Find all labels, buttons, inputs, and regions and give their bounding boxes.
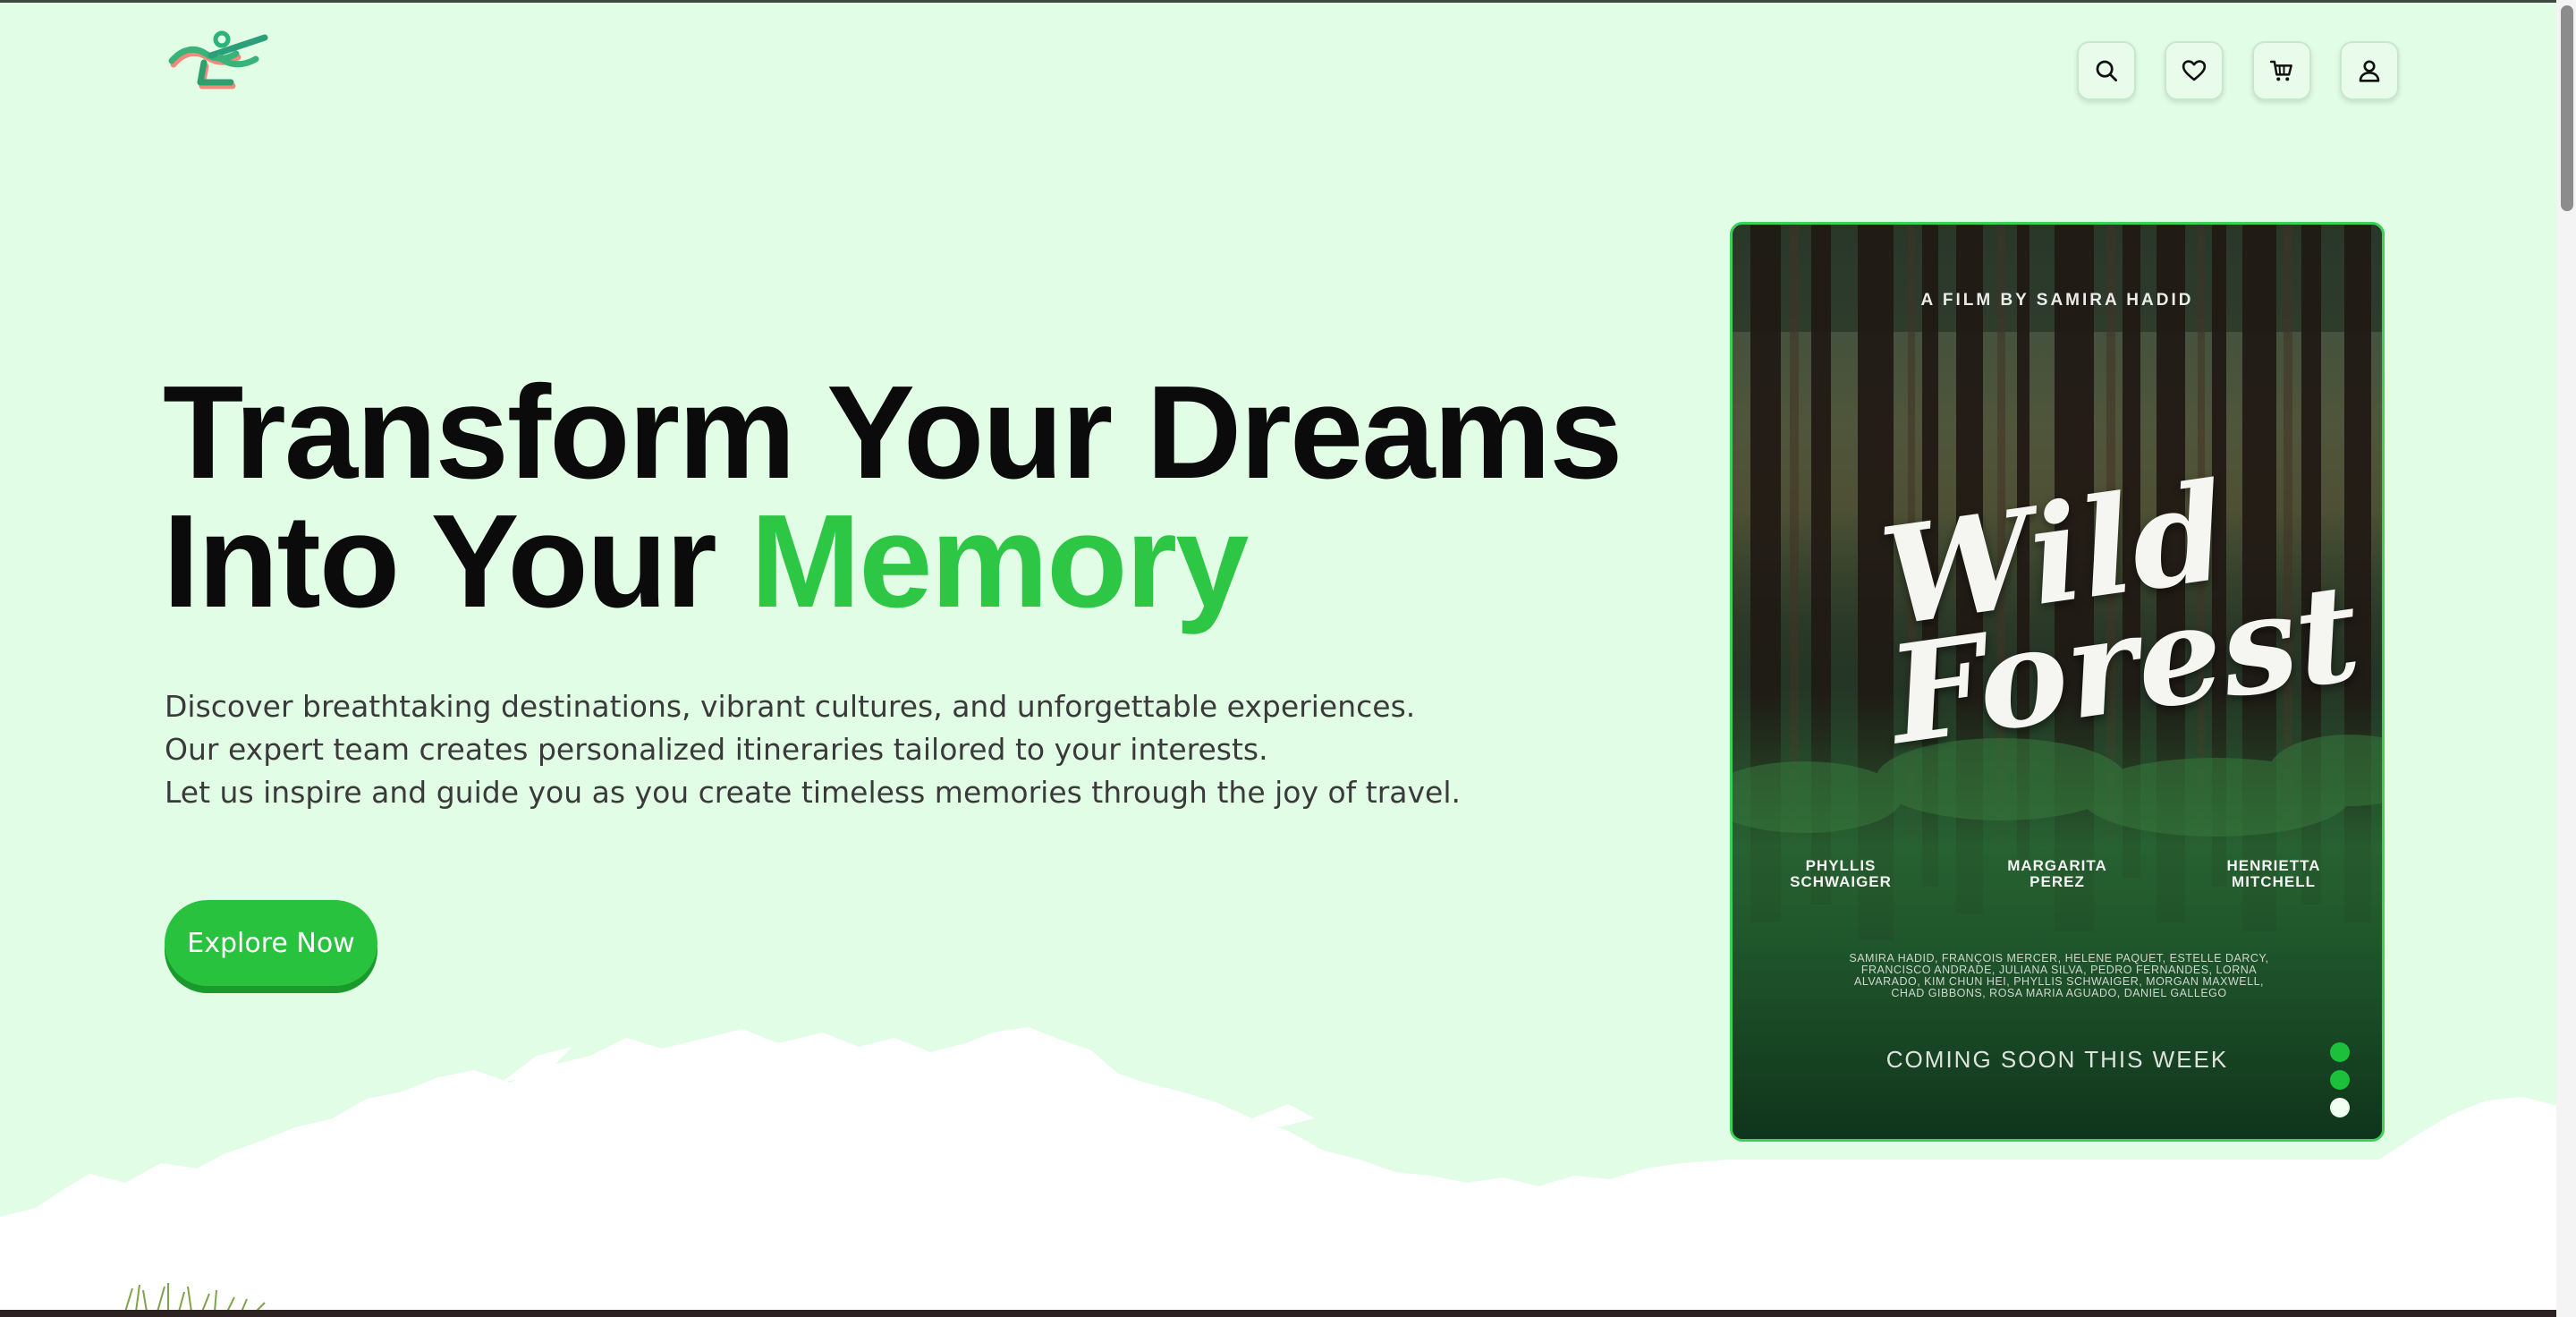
scrollbar-track[interactable] [2556,0,2576,1317]
hero-description-line: Discover breathtaking destinations, vibr… [165,689,1416,724]
window-top-border [0,0,2576,3]
hero-title-accent: Memory [750,488,1250,635]
cast-first-name: HENRIETTA [2226,857,2321,874]
poster-cast: PHYLLIS SCHWAIGER MARGARITA PEREZ HENRIE… [1733,858,2382,890]
landing-page: Transform Your Dreams Into Your Memory D… [0,0,2576,1317]
explore-now-button[interactable]: Explore Now [165,900,377,986]
grass-decoration [124,1283,266,1312]
search-button[interactable] [2077,41,2136,100]
cast-member: PHYLLIS SCHWAIGER [1769,858,1912,890]
hero-title: Transform Your Dreams Into Your Memory [163,367,1623,628]
terrain-decoration [0,1027,2576,1317]
header-actions [2077,41,2399,100]
hero-title-line1: Transform Your Dreams [163,359,1623,506]
poster-title: Wild Forest [1873,453,2368,776]
cast-last-name: PEREZ [2029,873,2085,890]
cast-member: HENRIETTA MITCHELL [2202,858,2345,890]
hero-description-line: Let us inspire and guide you as you crea… [165,775,1462,810]
heart-icon [2182,60,2207,81]
hero-description: Discover breathtaking destinations, vibr… [165,685,1461,814]
account-button[interactable] [2340,41,2399,100]
wishlist-button[interactable] [2165,41,2224,100]
cast-last-name: SCHWAIGER [1790,873,1892,890]
poster-title-line2: Forest [1880,553,2368,776]
cast-first-name: MARGARITA [2007,857,2107,874]
poster-credit: A FILM BY SAMIRA HADID [1920,291,2194,310]
runner-logo-icon[interactable] [166,30,272,106]
hero-title-line2-prefix: Into Your [163,488,750,635]
user-icon [2359,60,2380,82]
cast-member: MARGARITA PEREZ [1986,858,2129,890]
cast-first-name: PHYLLIS [1805,857,1877,874]
cast-last-name: MITCHELL [2232,873,2316,890]
cart-icon [2269,60,2292,81]
cart-button[interactable] [2252,41,2311,100]
search-icon [2096,60,2117,81]
scrollbar-thumb[interactable] [2561,5,2573,211]
hero-description-line: Our expert team creates personalized iti… [165,732,1268,767]
page-bottom-edge [0,1310,2576,1317]
